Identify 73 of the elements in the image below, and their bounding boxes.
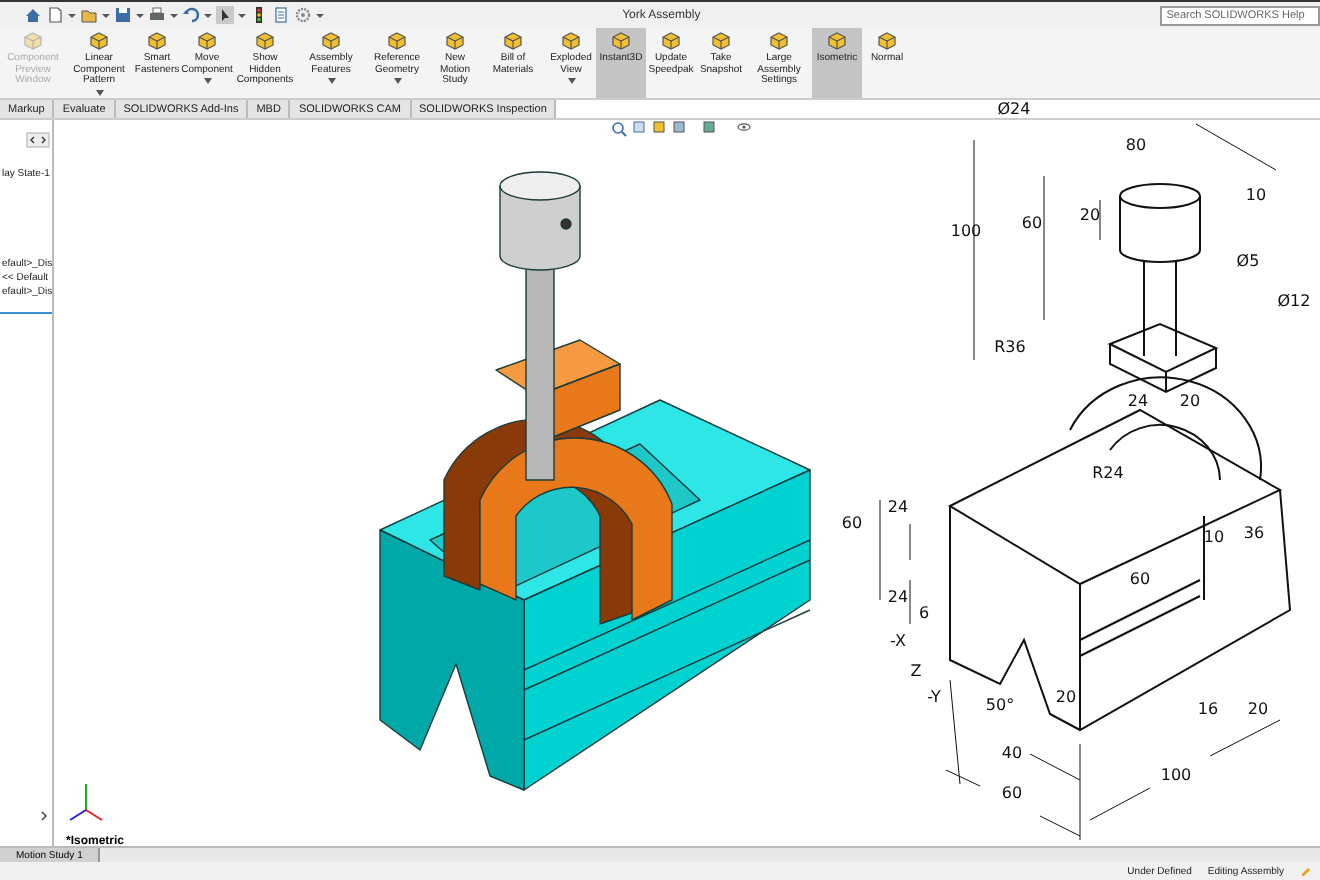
caret-icon[interactable] bbox=[95, 89, 103, 95]
caret-icon[interactable] bbox=[238, 11, 246, 19]
dimension-label: 80 bbox=[1126, 136, 1147, 154]
cube-icon bbox=[148, 32, 166, 50]
dimension-label: 24 bbox=[1128, 392, 1149, 410]
document-icon[interactable] bbox=[46, 6, 64, 24]
home-icon[interactable] bbox=[24, 6, 42, 24]
caret-icon[interactable] bbox=[204, 11, 212, 19]
dimension-label: 20 bbox=[1080, 206, 1101, 224]
cube-icon bbox=[662, 32, 680, 50]
dimension-label: 60 bbox=[1002, 784, 1023, 802]
caret-icon[interactable] bbox=[68, 11, 76, 19]
cube-icon bbox=[504, 32, 522, 50]
cube-icon bbox=[770, 32, 788, 50]
traffic-light-icon[interactable] bbox=[250, 6, 268, 24]
cube-icon bbox=[24, 32, 42, 50]
dimension-label: R36 bbox=[994, 338, 1027, 356]
dimension-label: Ø5 bbox=[1236, 252, 1260, 270]
dimension-label: Z bbox=[910, 662, 922, 680]
dimension-label: R24 bbox=[1092, 464, 1125, 482]
caret-icon[interactable] bbox=[136, 11, 144, 19]
arrows-icon[interactable] bbox=[26, 132, 50, 148]
dimension-label: 24 bbox=[888, 588, 909, 606]
dimension-label: 60 bbox=[1022, 214, 1043, 232]
caret-icon[interactable] bbox=[327, 78, 335, 84]
cube-icon bbox=[446, 32, 464, 50]
caret-icon[interactable] bbox=[170, 11, 178, 19]
dimension-label: 60 bbox=[1130, 570, 1151, 588]
cube-icon bbox=[256, 32, 274, 50]
chevron-right-icon[interactable] bbox=[40, 810, 48, 822]
save-icon[interactable] bbox=[114, 6, 132, 24]
dimension-label: 20 bbox=[1056, 688, 1077, 706]
dimension-label: 50° bbox=[986, 696, 1015, 714]
cube-icon bbox=[90, 32, 108, 50]
cube-icon bbox=[322, 32, 340, 50]
cube-icon bbox=[198, 32, 216, 50]
dimension-label: 10 bbox=[1246, 186, 1267, 204]
gear-icon[interactable] bbox=[294, 6, 312, 24]
caret-icon[interactable] bbox=[102, 11, 110, 19]
dimension-label: 10 bbox=[1204, 528, 1225, 546]
caret-icon[interactable] bbox=[203, 78, 211, 84]
caret-icon[interactable] bbox=[393, 78, 401, 84]
cube-icon bbox=[712, 32, 730, 50]
pointer-icon[interactable] bbox=[216, 6, 234, 24]
dimension-label: 60 bbox=[842, 514, 863, 532]
dimension-label: 40 bbox=[1002, 744, 1023, 762]
axis-triad-icon bbox=[69, 783, 104, 821]
dimension-label: 6 bbox=[919, 604, 930, 622]
eye-icon[interactable] bbox=[737, 123, 751, 131]
dimension-label: Ø24 bbox=[997, 100, 1031, 118]
printer-icon[interactable] bbox=[148, 6, 166, 24]
dimension-label: 20 bbox=[1248, 700, 1269, 718]
pages-icon[interactable] bbox=[633, 121, 645, 133]
undo-icon[interactable] bbox=[182, 6, 200, 24]
cube-icon bbox=[828, 32, 846, 50]
cube-icon bbox=[562, 32, 580, 50]
dimension-label: -X bbox=[890, 632, 907, 650]
folder-icon[interactable] bbox=[80, 6, 98, 24]
dimension-label: 16 bbox=[1198, 700, 1219, 718]
zoom-icon[interactable] bbox=[612, 122, 628, 137]
caret-icon[interactable] bbox=[567, 78, 575, 84]
dimension-label: 100 bbox=[1161, 766, 1192, 784]
dimension-label: 100 bbox=[951, 222, 982, 240]
dimension-label: 20 bbox=[1180, 392, 1201, 410]
cube-icon bbox=[878, 32, 896, 50]
dimension-label: -Y bbox=[927, 688, 942, 706]
cube-icon bbox=[388, 32, 406, 50]
caret-icon[interactable] bbox=[316, 11, 324, 19]
dimension-label: Ø12 bbox=[1277, 292, 1311, 310]
dimension-label: 24 bbox=[888, 498, 909, 516]
dimension-label: 36 bbox=[1244, 524, 1265, 542]
cube-icon bbox=[612, 32, 630, 50]
display-icon[interactable] bbox=[703, 121, 715, 133]
